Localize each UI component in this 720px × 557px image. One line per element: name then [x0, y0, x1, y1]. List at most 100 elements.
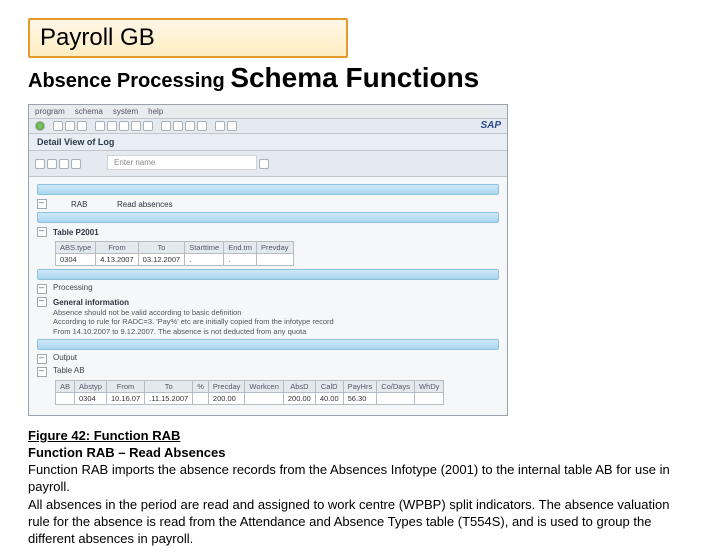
collapse-icon[interactable] [37, 297, 47, 307]
cell [414, 393, 443, 405]
cell: .11.15.2007 [145, 393, 193, 405]
col-header: To [138, 242, 185, 254]
toolbar-button[interactable] [119, 121, 129, 131]
cell: 03.12.2007 [138, 254, 185, 266]
col-header: AB [56, 381, 75, 393]
toolbar-button[interactable] [143, 121, 153, 131]
ok-icon[interactable] [35, 121, 45, 131]
cell: 40.00 [315, 393, 343, 405]
table-p2001: ABS.type From To Starttime End.tm Prevda… [55, 241, 294, 266]
col-header: To [145, 381, 193, 393]
cell: 200.00 [208, 393, 245, 405]
table-ab-label: Table AB [53, 366, 85, 375]
divider-bar [37, 269, 499, 280]
toolbar-button[interactable] [107, 121, 117, 131]
sap-toolbar: SAP [29, 119, 507, 134]
toolbar-button[interactable] [131, 121, 141, 131]
cell [193, 393, 209, 405]
subtitle: Absence Processing Schema Functions [28, 62, 692, 94]
cell: 200.00 [283, 393, 315, 405]
toolbar-button[interactable] [53, 121, 63, 131]
proc-line: According to rule for RADC=3. 'Pay%' etc… [53, 317, 499, 326]
table-row: 0304 10.16.07 .11.15.2007 200.00 200.00 … [56, 393, 444, 405]
func-desc: Read absences [117, 200, 173, 209]
toolbar-button[interactable] [35, 159, 45, 169]
sap-hint-field[interactable]: Enter name [107, 155, 257, 170]
toolbar-button[interactable] [227, 121, 237, 131]
output-row: Output [37, 353, 499, 364]
col-header: AbsD [283, 381, 315, 393]
sap-logo: SAP [480, 120, 501, 131]
func-row: RAB Read absences [37, 198, 499, 209]
collapse-icon[interactable] [37, 354, 47, 364]
collapse-icon[interactable] [37, 227, 47, 237]
toolbar-button[interactable] [47, 159, 57, 169]
toolbar-button[interactable] [215, 121, 225, 131]
subtitle-pre: Absence Processing [28, 70, 230, 92]
table-label: Table P2001 [53, 228, 99, 237]
toolbar-button[interactable] [161, 121, 171, 131]
divider-bar [37, 339, 499, 350]
col-header: Co/Days [377, 381, 415, 393]
cell: 56.30 [343, 393, 377, 405]
document-page: Payroll GB Absence Processing Schema Fun… [0, 0, 720, 557]
col-header: Workcen [245, 381, 283, 393]
body-paragraph: Function RAB imports the absence records… [28, 462, 692, 495]
cell: . [185, 254, 224, 266]
cell: 10.16.07 [106, 393, 144, 405]
proc-info-row: General information Absence should not b… [37, 296, 499, 336]
col-header: Starttime [185, 242, 224, 254]
subtitle-big: Schema Functions [230, 62, 479, 93]
col-header: ABS.type [56, 242, 96, 254]
menu-item[interactable]: program [35, 107, 65, 116]
col-header: PayHrs [343, 381, 377, 393]
sap-window: program schema system help SAP [28, 104, 508, 416]
toolbar-button[interactable] [259, 159, 269, 169]
col-header: From [96, 242, 138, 254]
col-header: End.tm [224, 242, 257, 254]
processing-label: Processing [53, 283, 93, 292]
sap-sub-toolbar: Enter name [29, 151, 507, 177]
menu-item[interactable]: system [113, 107, 138, 116]
collapse-icon[interactable] [37, 199, 47, 209]
table-ab-row: Table AB [37, 366, 499, 377]
toolbar-button[interactable] [197, 121, 207, 131]
toolbar-button[interactable] [65, 121, 75, 131]
processing-row: Processing [37, 283, 499, 294]
cell: . [224, 254, 257, 266]
cell [377, 393, 415, 405]
toolbar-button[interactable] [95, 121, 105, 131]
func-code: RAB [71, 200, 99, 209]
col-header: WhDy [414, 381, 443, 393]
col-header: CalD [315, 381, 343, 393]
table-header-row: AB Abstyp From To % Precday Workcen AbsD… [56, 381, 444, 393]
col-header: Precday [208, 381, 245, 393]
cell [245, 393, 283, 405]
toolbar-button[interactable] [59, 159, 69, 169]
cell: 0304 [75, 393, 107, 405]
title-box: Payroll GB [28, 18, 348, 58]
proc-line: Absence should not be valid according to… [53, 308, 499, 317]
table-ab: AB Abstyp From To % Precday Workcen AbsD… [55, 380, 444, 405]
col-header: Prevday [256, 242, 293, 254]
collapse-icon[interactable] [37, 367, 47, 377]
proc-line: From 14.10.2007 to 9.12.2007. The absenc… [53, 327, 499, 336]
cell: 4.13.2007 [96, 254, 138, 266]
cell: 0304 [56, 254, 96, 266]
menu-item[interactable]: schema [75, 107, 103, 116]
toolbar-button[interactable] [185, 121, 195, 131]
cell [56, 393, 75, 405]
toolbar-button[interactable] [173, 121, 183, 131]
sap-menu-bar: program schema system help [29, 105, 507, 119]
table-row: 0304 4.13.2007 03.12.2007 . . [56, 254, 294, 266]
sap-body: RAB Read absences Table P2001 ABS.type F… [29, 177, 507, 415]
collapse-icon[interactable] [37, 284, 47, 294]
toolbar-button[interactable] [71, 159, 81, 169]
toolbar-button[interactable] [77, 121, 87, 131]
cell [256, 254, 293, 266]
function-heading: Function RAB – Read Absences [28, 445, 692, 460]
divider-bar [37, 184, 499, 195]
figure-caption: Figure 42: Function RAB [28, 428, 692, 443]
menu-item[interactable]: help [148, 107, 163, 116]
proc-head: General information [53, 298, 499, 307]
